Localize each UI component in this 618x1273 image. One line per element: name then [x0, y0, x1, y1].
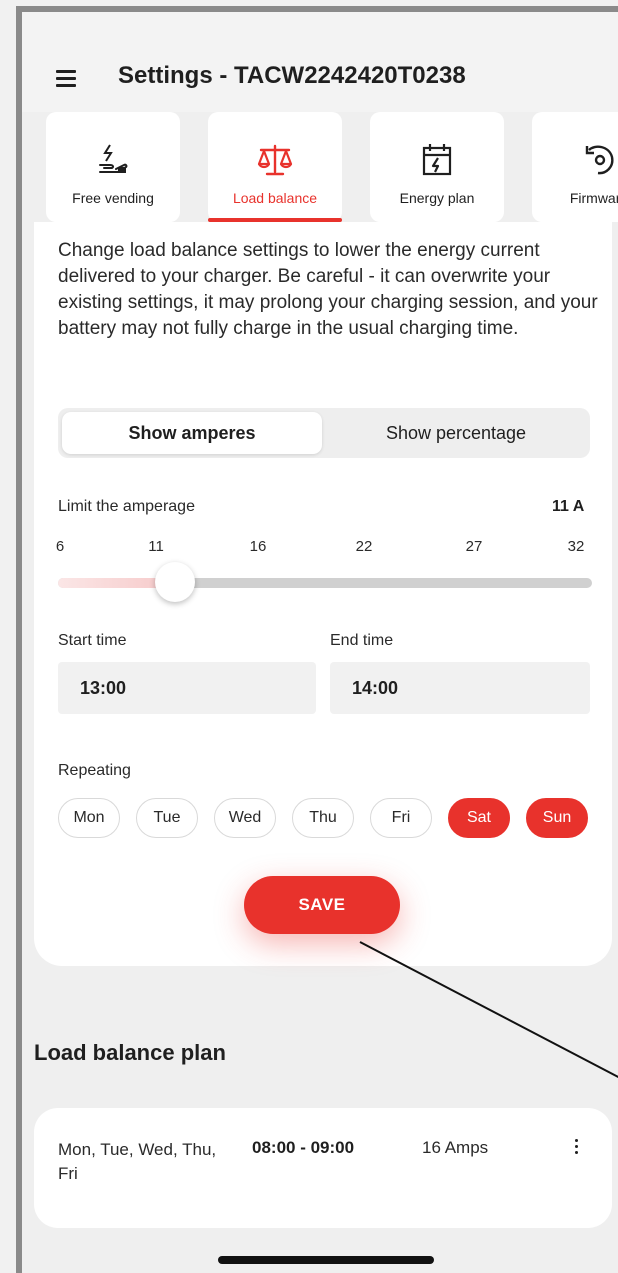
tab-free-vending[interactable]: Free vending — [46, 112, 180, 222]
tick-label: 32 — [567, 538, 585, 555]
calendar-lightning-icon — [417, 140, 457, 180]
amperage-ticks: 6 11 16 22 27 32 — [55, 538, 598, 558]
day-wed[interactable]: Wed — [214, 798, 276, 838]
day-thu[interactable]: Thu — [292, 798, 354, 838]
plan-entry-amps: 16 Amps — [422, 1138, 489, 1157]
balance-scale-icon — [255, 140, 295, 180]
page-title: Settings - TACW2242420T0238 — [118, 62, 466, 89]
show-percentage-option[interactable]: Show percentage — [326, 412, 586, 454]
repeating-label: Repeating — [58, 762, 131, 779]
amperage-slider[interactable] — [58, 562, 592, 602]
day-mon[interactable]: Mon — [58, 798, 120, 838]
tick-label: 27 — [465, 538, 483, 555]
tab-load-balance[interactable]: Load balance — [208, 112, 342, 222]
tick-label: 16 — [249, 538, 267, 555]
more-options-icon[interactable] — [567, 1136, 585, 1164]
app-header: Settings - TACW2242420T0238 — [22, 12, 618, 112]
tick-label: 22 — [355, 538, 373, 555]
tab-label: Load balance — [232, 190, 318, 206]
plan-entry-days: Mon, Tue, Wed, Thu, Fri — [58, 1140, 217, 1183]
show-amperes-option[interactable]: Show amperes — [62, 412, 322, 454]
app-screen: Settings - TACW2242420T0238 Free vending… — [16, 6, 618, 1273]
tab-label: Firmware — [569, 190, 618, 206]
limit-label: Limit the amperage — [58, 498, 195, 515]
day-sun[interactable]: Sun — [526, 798, 588, 838]
day-tue[interactable]: Tue — [136, 798, 198, 838]
settings-tabs: Free vending Load balance Energy plan Fi… — [46, 112, 618, 222]
repeat-days: Mon Tue Wed Thu Fri Sat Sun — [58, 798, 598, 842]
tick-label: 11 — [148, 538, 164, 555]
start-time-label: Start time — [58, 632, 127, 649]
tab-label: Energy plan — [399, 190, 475, 206]
firmware-update-icon — [579, 140, 618, 180]
save-button[interactable]: SAVE — [244, 876, 400, 934]
day-fri[interactable]: Fri — [370, 798, 432, 838]
day-sat[interactable]: Sat — [448, 798, 510, 838]
hamburger-menu-icon[interactable] — [56, 70, 76, 88]
end-time-label: End time — [330, 632, 394, 649]
tab-firmware[interactable]: Firmware — [532, 112, 618, 222]
plan-section-title: Load balance plan — [34, 1040, 226, 1065]
slider-knob[interactable] — [155, 562, 195, 602]
tab-label: Free vending — [72, 190, 154, 206]
home-indicator — [218, 1256, 434, 1264]
load-balance-description: Change load balance settings to lower th… — [58, 240, 598, 339]
unit-toggle: Show amperes Show percentage — [58, 408, 590, 458]
tick-label: 6 — [55, 538, 65, 555]
end-time-field[interactable]: 14:00 — [330, 662, 590, 714]
hand-lightning-icon — [93, 140, 133, 180]
start-time-field[interactable]: 13:00 — [58, 662, 316, 714]
plan-entry-time: 08:00 - 09:00 — [252, 1138, 355, 1157]
limit-value: 11 A — [552, 498, 585, 515]
tab-energy-plan[interactable]: Energy plan — [370, 112, 504, 222]
